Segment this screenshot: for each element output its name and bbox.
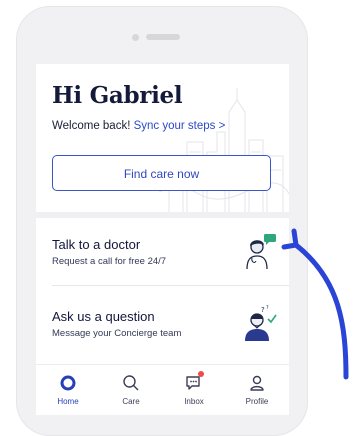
home-hero: Hi Gabriel Welcome back! Sync your steps… bbox=[36, 64, 289, 212]
svg-text:?: ? bbox=[266, 305, 269, 311]
welcome-line: Welcome back! Sync your steps > bbox=[52, 120, 225, 132]
svg-text:?: ? bbox=[261, 306, 265, 314]
greeting-title: Hi Gabriel bbox=[52, 82, 183, 109]
bottom-tab-bar: Home Care Inbox Profile bbox=[36, 364, 289, 415]
tab-label: Home bbox=[57, 397, 79, 406]
annotation-arrow bbox=[281, 228, 349, 380]
concierge-check-icon: ? ? bbox=[245, 305, 277, 341]
welcome-text: Welcome back! bbox=[52, 120, 134, 132]
ask-question-item[interactable]: Ask us a question Message your Concierge… bbox=[36, 292, 289, 362]
search-icon bbox=[123, 375, 139, 391]
sync-steps-link[interactable]: Sync your steps > bbox=[134, 120, 226, 132]
tab-label: Profile bbox=[245, 397, 269, 406]
home-icon bbox=[60, 375, 76, 391]
tab-label: Care bbox=[122, 397, 140, 406]
inbox-badge bbox=[198, 371, 204, 377]
section-divider bbox=[36, 212, 289, 218]
profile-icon bbox=[250, 375, 264, 391]
item-separator bbox=[52, 285, 289, 286]
camera-dot bbox=[132, 34, 139, 41]
doctor-chat-icon bbox=[246, 234, 276, 270]
tab-label: Inbox bbox=[184, 397, 204, 406]
tab-care[interactable]: Care bbox=[103, 365, 159, 415]
speaker-grille bbox=[146, 34, 180, 40]
talk-to-doctor-item[interactable]: Talk to a doctor Request a call for free… bbox=[36, 220, 289, 290]
tab-home[interactable]: Home bbox=[40, 365, 96, 415]
item-subtitle: Message your Concierge team bbox=[52, 328, 182, 339]
item-title: Talk to a doctor bbox=[52, 237, 141, 252]
tab-inbox[interactable]: Inbox bbox=[166, 365, 222, 415]
app-screen: Hi Gabriel Welcome back! Sync your steps… bbox=[36, 64, 289, 415]
tab-profile[interactable]: Profile bbox=[229, 365, 285, 415]
item-subtitle: Request a call for free 24/7 bbox=[52, 256, 167, 267]
find-care-button[interactable]: Find care now bbox=[52, 155, 271, 191]
item-title: Ask us a question bbox=[52, 309, 155, 324]
